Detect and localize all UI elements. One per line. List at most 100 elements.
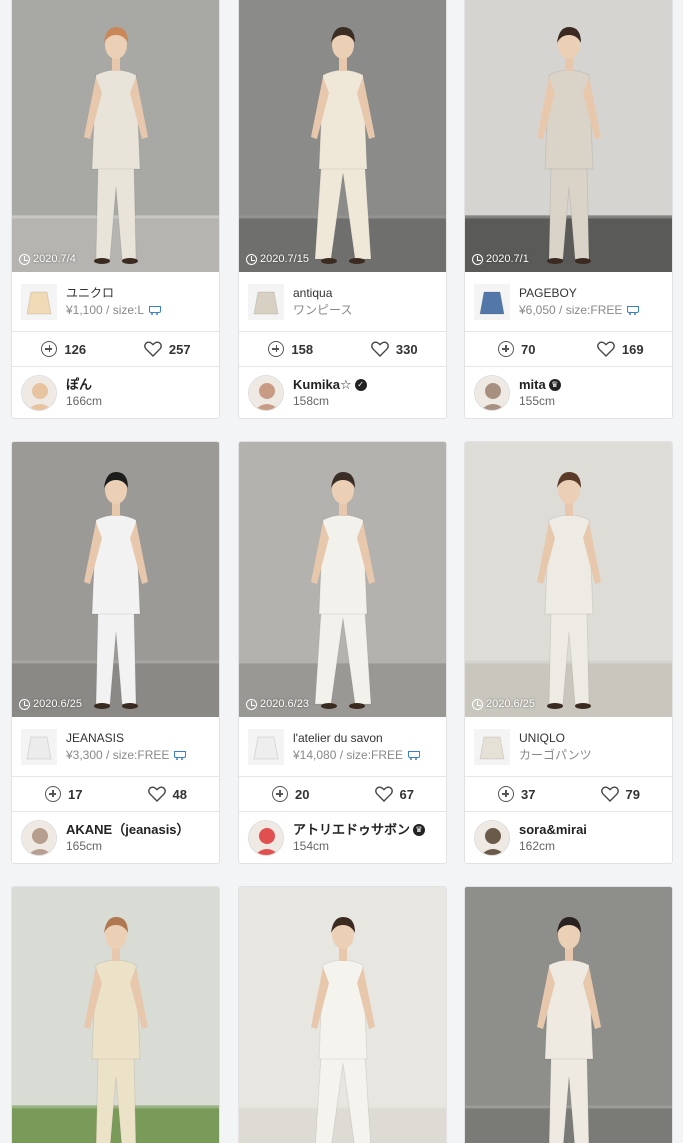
coordinate-card[interactable]: 2020.7/15 antiqua ワンピース 158 330 Kumika☆ … <box>238 0 447 419</box>
coordinate-photo[interactable] <box>465 887 672 1143</box>
cart-icon[interactable] <box>173 750 187 760</box>
item-detail-text: カーゴパンツ <box>519 747 592 762</box>
coordinate-card[interactable] <box>464 886 673 1143</box>
post-date-text: 2020.6/25 <box>486 698 535 710</box>
user-name[interactable]: sora&mirai <box>519 822 587 838</box>
user-name-text: sora&mirai <box>519 821 587 837</box>
avatar[interactable] <box>474 819 510 856</box>
avatar[interactable] <box>21 374 57 411</box>
avatar[interactable] <box>474 374 510 411</box>
item-thumbnail[interactable] <box>21 728 57 765</box>
like-button[interactable]: 169 <box>569 341 673 357</box>
item-thumbnail[interactable] <box>21 283 57 320</box>
coordinate-photo[interactable] <box>239 887 446 1143</box>
user-height: 155cm <box>519 393 556 408</box>
avatar[interactable] <box>21 819 57 856</box>
clip-button[interactable]: 126 <box>12 341 116 357</box>
post-date: 2020.6/23 <box>246 698 309 710</box>
like-button[interactable]: 79 <box>569 786 673 802</box>
user-row[interactable]: アトリエドゥサボン ♛ 154cm <box>239 812 446 863</box>
user-row[interactable]: AKANE（jeanasis） 165cm <box>12 812 219 863</box>
verified-icon: ✓ <box>354 378 367 391</box>
item-detail: ワンピース <box>293 302 352 319</box>
user-height: 165cm <box>66 838 103 853</box>
like-count: 67 <box>399 786 414 802</box>
user-row[interactable]: ぽん 166cm <box>12 367 219 418</box>
like-button[interactable]: 48 <box>116 786 220 802</box>
like-button[interactable]: 330 <box>343 341 447 357</box>
item-row[interactable]: UNIQLO カーゴパンツ <box>465 717 672 777</box>
coordinate-card[interactable]: 2020.7/1 PAGEBOY ¥6,050 / size:FREE 70 1… <box>464 0 673 419</box>
clip-count: 37 <box>521 786 536 802</box>
clock-icon <box>246 698 257 710</box>
clip-button[interactable]: 158 <box>239 341 343 357</box>
coordinate-card[interactable]: 2020.6/25 UNIQLO カーゴパンツ 37 79 sora&mirai… <box>464 441 673 864</box>
item-detail-text: ¥6,050 / size:FREE <box>519 302 623 317</box>
user-name[interactable]: AKANE（jeanasis） <box>66 822 190 838</box>
coordinate-card[interactable]: 2020.6/23 l'atelier du savon ¥14,080 / s… <box>238 441 447 864</box>
coordinate-photo[interactable]: 2020.6/25 <box>12 442 219 717</box>
coordinate-card[interactable] <box>11 886 220 1143</box>
item-row[interactable]: JEANASIS ¥3,300 / size:FREE <box>12 717 219 777</box>
cart-icon[interactable] <box>626 305 640 315</box>
item-brand: ユニクロ <box>66 285 115 300</box>
plus-circle-icon <box>272 786 289 802</box>
clock-icon <box>19 253 30 265</box>
coordinate-photo[interactable]: 2020.7/1 <box>465 0 672 272</box>
item-brand: antiqua <box>293 285 333 300</box>
post-date-text: 2020.7/4 <box>33 253 76 265</box>
user-row[interactable]: Kumika☆ ✓ 158cm <box>239 367 446 418</box>
avatar[interactable] <box>248 374 284 411</box>
post-date-text: 2020.6/23 <box>260 698 309 710</box>
clip-count: 17 <box>68 786 83 802</box>
post-date: 2020.6/25 <box>19 698 82 710</box>
heart-icon <box>374 786 393 802</box>
user-name[interactable]: Kumika☆ ✓ <box>293 377 367 393</box>
clock-icon <box>472 698 483 710</box>
coordinate-card[interactable]: 2020.6/25 JEANASIS ¥3,300 / size:FREE 17… <box>11 441 220 864</box>
coordinate-photo[interactable]: 2020.7/4 <box>12 0 219 272</box>
user-name[interactable]: アトリエドゥサボン ♛ <box>293 821 426 838</box>
avatar[interactable] <box>248 819 284 856</box>
post-date: 2020.6/25 <box>472 698 535 710</box>
user-name[interactable]: ぽん <box>66 377 102 393</box>
clip-button[interactable]: 37 <box>465 786 569 802</box>
item-row[interactable]: PAGEBOY ¥6,050 / size:FREE <box>465 272 672 332</box>
clock-icon <box>472 253 483 265</box>
post-date-text: 2020.6/25 <box>33 698 82 710</box>
clip-button[interactable]: 17 <box>12 786 116 802</box>
cart-icon[interactable] <box>148 305 162 315</box>
like-button[interactable]: 257 <box>116 341 220 357</box>
coordinate-photo[interactable] <box>12 887 219 1143</box>
plus-circle-icon <box>498 341 515 357</box>
coordinate-photo[interactable]: 2020.6/23 <box>239 442 446 717</box>
item-thumbnail[interactable] <box>248 283 284 320</box>
item-row[interactable]: l'atelier du savon ¥14,080 / size:FREE <box>239 717 446 777</box>
coordinate-card[interactable] <box>238 886 447 1143</box>
like-count: 79 <box>625 786 640 802</box>
item-row[interactable]: ユニクロ ¥1,100 / size:L <box>12 272 219 332</box>
user-row[interactable]: sora&mirai 162cm <box>465 812 672 863</box>
like-button[interactable]: 67 <box>343 786 447 802</box>
item-thumbnail[interactable] <box>474 728 510 765</box>
item-row[interactable]: antiqua ワンピース <box>239 272 446 332</box>
item-brand: PAGEBOY <box>519 285 577 300</box>
clip-button[interactable]: 20 <box>239 786 343 802</box>
user-name[interactable]: mita ♛ <box>519 377 561 393</box>
stats-row: 158 330 <box>239 332 446 367</box>
user-name-text: アトリエドゥサボン <box>293 821 411 837</box>
item-detail-text: ¥3,300 / size:FREE <box>66 747 170 762</box>
item-thumbnail[interactable] <box>474 283 510 320</box>
cart-icon[interactable] <box>407 750 421 760</box>
item-detail: カーゴパンツ <box>519 747 592 764</box>
user-row[interactable]: mita ♛ 155cm <box>465 367 672 418</box>
post-date: 2020.7/1 <box>472 253 529 265</box>
coordinate-photo[interactable]: 2020.6/25 <box>465 442 672 717</box>
post-date-text: 2020.7/1 <box>486 253 529 265</box>
item-thumbnail[interactable] <box>248 728 284 765</box>
clock-icon <box>246 253 257 265</box>
coordinate-card[interactable]: 2020.7/4 ユニクロ ¥1,100 / size:L 126 257 ぽん… <box>11 0 220 419</box>
clip-button[interactable]: 70 <box>465 341 569 357</box>
user-height: 162cm <box>519 838 556 853</box>
coordinate-photo[interactable]: 2020.7/15 <box>239 0 446 272</box>
